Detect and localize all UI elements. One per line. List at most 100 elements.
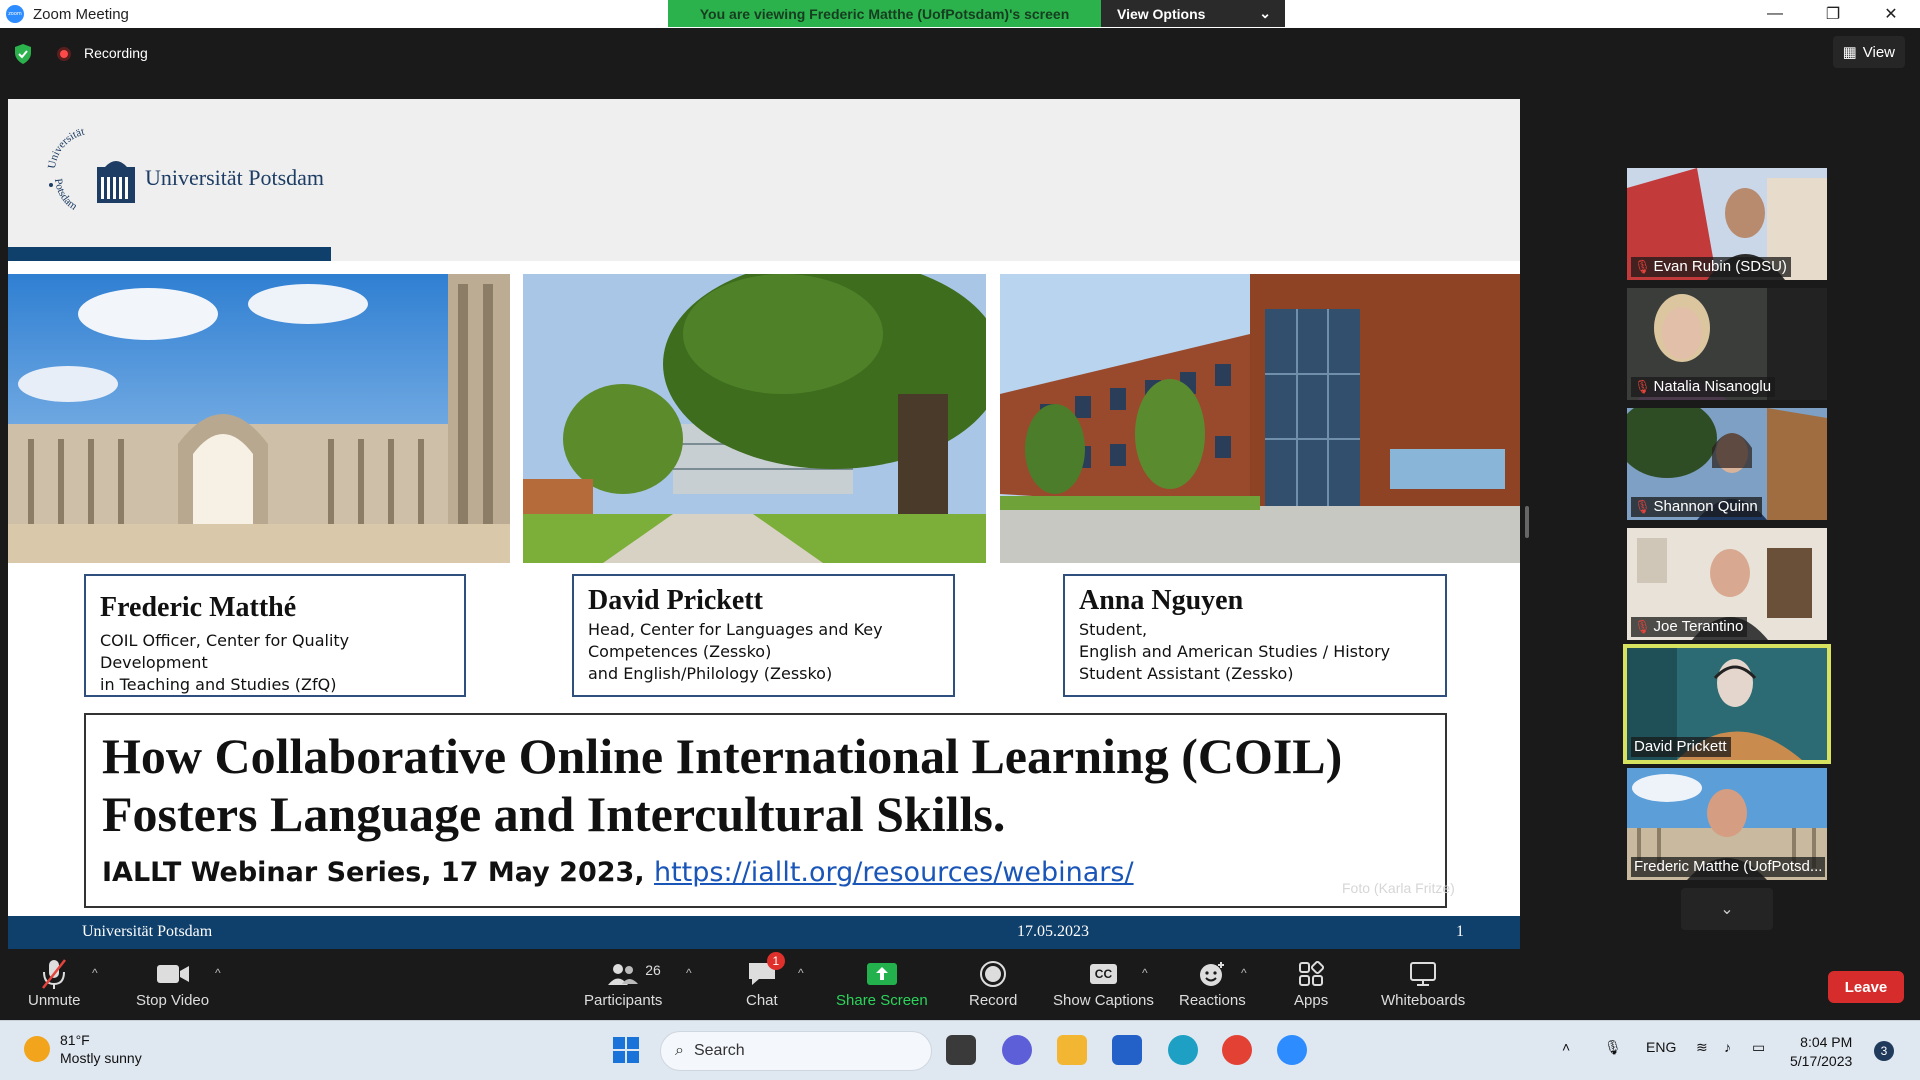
whiteboards-button[interactable]: Whiteboards [1381,956,1465,1009]
person-role: Student, English and American Studies / … [1079,620,1391,683]
chevron-down-icon: ⌄ [1259,5,1271,21]
reactions-button[interactable]: Reactions [1179,956,1246,1009]
minimize-button[interactable]: — [1746,0,1804,28]
zoom-logo-icon: zoom [6,5,24,23]
video-tile-joe[interactable]: 🎙 Joe Terantino [1627,528,1827,640]
taskbar-search-box[interactable]: ⌕ Search [660,1031,932,1071]
chrome-browser-icon[interactable] [1222,1035,1252,1065]
participants-options-caret[interactable]: ^ [686,966,692,980]
video-tile-david-active-speaker[interactable]: David Prickett [1623,644,1831,764]
footer-date: 17.05.2023 [1017,923,1089,940]
system-clock[interactable]: 8:04 PM 5/17/2023 [1790,1033,1852,1071]
closed-captions-icon: CC [1089,956,1118,992]
teams-chat-icon[interactable] [1002,1035,1032,1065]
apps-button[interactable]: Apps [1294,956,1328,1009]
battery-icon[interactable]: ▭ [1752,1039,1765,1056]
temperature: 81°F [60,1032,90,1048]
windows-taskbar: 81°F Mostly sunny ⌕ Search ˄ 🎙 ENG ≋ ♪ ▭… [0,1020,1920,1080]
participants-count: 26 [645,962,661,978]
speaker-icon[interactable]: ♪ [1724,1039,1731,1055]
reactions-options-caret[interactable]: ^ [1241,966,1247,980]
meeting-controls: Unmute ^ Stop Video ^ 26 Participants ^ … [0,950,1920,1020]
video-tile-frederic[interactable]: Frederic Matthe (UofPotsd... [1627,768,1827,880]
participant-name-label: 🎙 Natalia Nisanoglu [1631,377,1776,397]
share-screen-button[interactable]: Share Screen [836,956,928,1009]
participant-name: Joe Terantino [1653,618,1744,635]
security-shield-icon[interactable] [14,44,32,64]
zoom-app-icon[interactable] [1277,1035,1307,1065]
split-resize-handle[interactable] [1525,506,1529,538]
header-accent-bar [8,247,331,261]
apps-grid-icon [1298,956,1325,992]
task-view-icon[interactable] [946,1035,976,1065]
record-button[interactable]: Record [969,956,1017,1009]
participants-label: Participants [584,992,663,1009]
chat-options-caret[interactable]: ^ [798,966,804,980]
audio-options-caret[interactable]: ^ [92,966,98,980]
logo-arc-top: Universität [46,127,86,170]
partly-sunny-icon [24,1036,50,1062]
participants-button[interactable]: 26 Participants [584,956,662,1009]
window-title: Zoom Meeting [33,5,129,23]
slide-title-box: How Collaborative Online International L… [84,713,1447,908]
windows-start-icon[interactable] [611,1035,641,1065]
mic-muted-icon: 🎙 [1634,378,1651,394]
input-language[interactable]: ENG [1646,1039,1676,1055]
chevron-up-icon[interactable]: ˄ [1562,1039,1570,1055]
grid-view-icon: ▦ [1842,44,1857,61]
recording-label[interactable]: Recording [84,45,148,61]
participant-name: David Prickett [1634,738,1727,755]
photo-credit: Foto (Karla Fritze) [1342,880,1455,896]
view-button[interactable]: ▦ View [1832,36,1905,68]
participant-name-label: David Prickett [1631,737,1731,757]
restore-button[interactable]: ❐ [1804,0,1862,28]
gallery-scroll-down-button[interactable]: ⌄ [1681,888,1773,930]
file-explorer-icon[interactable] [1057,1035,1087,1065]
weather-widget[interactable]: 81°F Mostly sunny [24,1031,142,1067]
slide-title-line2: Fosters Language and Intercultural Skill… [102,786,1006,842]
reactions-label: Reactions [1179,992,1246,1009]
video-tile-shannon[interactable]: 🎙 Shannon Quinn [1627,408,1827,520]
record-icon [979,956,1007,992]
stop-video-button[interactable]: Stop Video [136,956,209,1009]
footer-page-number: 1 [1456,923,1464,940]
webinar-series-text: IALLT Webinar Series, 17 May 2023, [102,857,654,888]
campus-tree-photo [523,274,986,563]
edge-browser-icon[interactable] [1168,1035,1198,1065]
video-options-caret[interactable]: ^ [215,966,221,980]
sharing-status-text: You are viewing Frederic Matthe (UofPots… [668,0,1101,27]
captions-icon-text: CC [1089,964,1118,984]
participant-name-label: Frederic Matthe (UofPotsd... [1631,857,1825,877]
leave-button[interactable]: Leave [1828,971,1904,1003]
view-options-button[interactable]: View Options ⌄ [1101,0,1285,27]
chat-label: Chat [746,992,778,1009]
close-button[interactable]: ✕ [1862,0,1920,28]
wifi-icon[interactable]: ≋ [1696,1039,1708,1056]
video-tile-natalia[interactable]: 🎙 Natalia Nisanoglu [1627,288,1827,400]
webinar-link[interactable]: https://iallt.org/resources/webinars/ [654,857,1134,888]
video-tile-evan[interactable]: 🎙 Evan Rubin (SDSU) [1627,168,1827,280]
unmute-button[interactable]: Unmute [28,956,81,1009]
whiteboards-label: Whiteboards [1381,992,1466,1009]
colonnade-photo [8,274,510,563]
person-name: Anna Nguyen [1079,585,1244,616]
view-options-label: View Options [1117,5,1206,22]
slide-title-line1: How Collaborative Online International L… [102,728,1343,784]
show-captions-button[interactable]: CC Show Captions [1053,956,1154,1009]
participants-icon: 26 [607,956,661,992]
mic-muted-icon [39,956,69,992]
microsoft-store-icon[interactable] [1112,1035,1142,1065]
red-building-photo [1000,274,1520,563]
university-seal-icon: Universität Potsdam [46,127,135,213]
slide-footer: Universität Potsdam 17.05.2023 1 [8,916,1520,949]
participant-name: Shannon Quinn [1653,498,1758,515]
chat-button[interactable]: 1 Chat [746,952,785,1009]
chevron-down-icon: ⌄ [1720,901,1734,918]
clock-date: 5/17/2023 [1790,1053,1853,1069]
captions-options-caret[interactable]: ^ [1142,966,1148,980]
mic-muted-icon: 🎙 [1634,498,1651,514]
participant-name-label: 🎙 Joe Terantino [1631,617,1748,637]
meeting-top-bar: Recording ▦ View [0,28,1920,80]
microphone-icon[interactable]: 🎙 [1604,1039,1622,1056]
notification-count-badge[interactable]: 3 [1874,1041,1894,1061]
